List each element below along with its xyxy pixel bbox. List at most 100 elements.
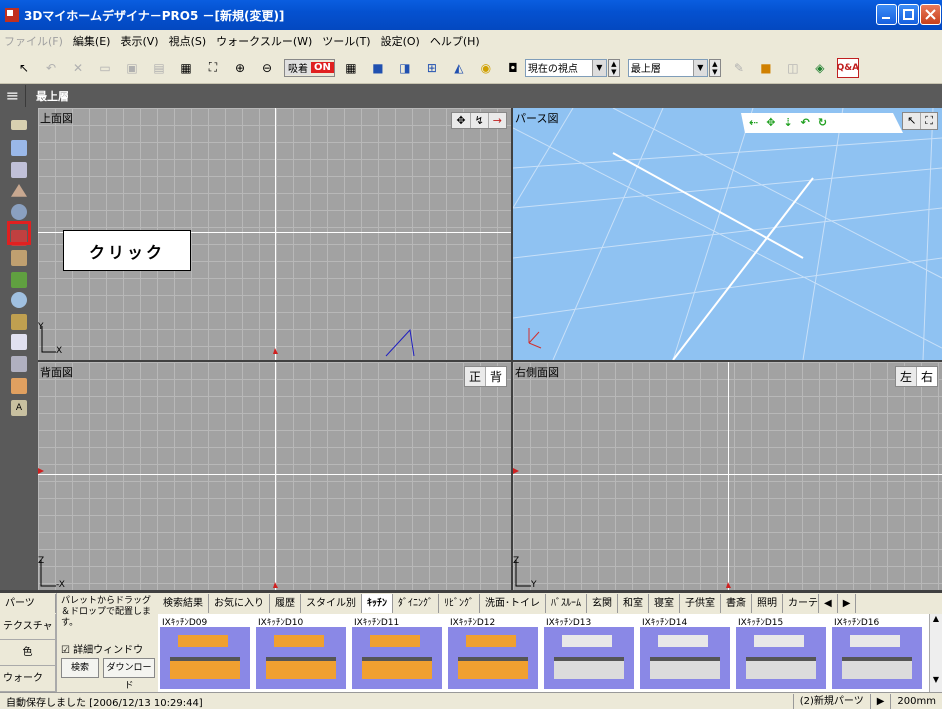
menu-edit[interactable]: 編集(E) bbox=[73, 33, 111, 49]
grid-icon[interactable]: ▦ bbox=[341, 58, 361, 78]
camera-target-icon[interactable] bbox=[11, 292, 27, 308]
viewpoint-select[interactable]: 現在の視点 ▼ bbox=[524, 58, 607, 77]
tab-scroll-left[interactable]: ◀ bbox=[819, 594, 838, 613]
tab-washroom[interactable]: 洗面･トイレ bbox=[480, 594, 546, 613]
qa-button[interactable]: Q&A bbox=[837, 57, 859, 78]
menu-file[interactable]: ファイル(F) bbox=[4, 33, 63, 49]
tab-bathroom[interactable]: ﾊﾞｽﾙｰﾑ bbox=[546, 594, 587, 613]
walk-turn-icon[interactable]: ↶ bbox=[801, 116, 810, 132]
room-tool-icon[interactable] bbox=[11, 162, 27, 178]
tab-entrance[interactable]: 玄関 bbox=[587, 594, 618, 613]
right-view[interactable]: 右側面図 左 右 Z Y bbox=[513, 362, 942, 590]
open-folder-icon[interactable]: ▭ bbox=[95, 58, 115, 78]
perspective-view[interactable]: パース図 ⇠ ✥ ⇣ ↶ ↻ ↖ ⛶ bbox=[513, 108, 942, 360]
tab-favorites[interactable]: お気に入り bbox=[209, 594, 270, 613]
download-button[interactable]: ダウンロード bbox=[103, 658, 155, 691]
menu-help[interactable]: ヘルプ(H) bbox=[430, 33, 480, 49]
hint-icon[interactable]: ◫ bbox=[783, 58, 803, 78]
walk-left-icon[interactable]: ⇠ bbox=[749, 116, 758, 132]
tab-bedroom[interactable]: 寝室 bbox=[649, 594, 680, 613]
parts-library-icon[interactable]: ◈ bbox=[810, 58, 830, 78]
fit-view-icon[interactable]: ⛶ bbox=[203, 58, 223, 78]
menu-walkthrough[interactable]: ウォークスルー(W) bbox=[216, 33, 312, 49]
part-thumbnail[interactable]: IXｷｯﾁﾝD16 bbox=[830, 614, 926, 692]
wall-tool-icon[interactable] bbox=[11, 140, 27, 156]
back-view[interactable]: 背面図 正 背 Z -X bbox=[38, 362, 511, 590]
roof-tool-icon[interactable] bbox=[11, 184, 27, 197]
palette-scrollbar[interactable]: ▲ ▼ bbox=[929, 614, 942, 692]
undo-icon[interactable]: ↶ bbox=[41, 58, 61, 78]
walk-up-icon[interactable]: ✥ bbox=[766, 116, 775, 132]
menu-tools[interactable]: ツール(T) bbox=[322, 33, 370, 49]
fit-view-icon[interactable]: ⛶ bbox=[920, 113, 937, 129]
window-tool-icon[interactable] bbox=[11, 334, 27, 350]
light-icon[interactable]: ◉ bbox=[476, 58, 496, 78]
tab-search-results[interactable]: 検索結果 bbox=[158, 594, 209, 613]
measure-icon[interactable]: ✎ bbox=[729, 58, 749, 78]
walk-rotate-icon[interactable]: ↻ bbox=[818, 116, 827, 132]
tab-curtain[interactable]: カーテン･ラ bbox=[783, 594, 819, 613]
save-icon[interactable]: ▣ bbox=[122, 58, 142, 78]
walk-controls[interactable]: ⇠ ✥ ⇣ ↶ ↻ bbox=[749, 116, 889, 132]
side-tab-parts[interactable]: パーツ bbox=[0, 594, 56, 613]
part-thumbnail[interactable]: IXｷｯﾁﾝD11 bbox=[350, 614, 446, 692]
light-tool-icon[interactable] bbox=[11, 378, 27, 394]
floor-select[interactable]: 最上層 ▼ bbox=[627, 58, 708, 77]
minimize-button[interactable] bbox=[876, 4, 897, 25]
tab-japanese-room[interactable]: 和室 bbox=[618, 594, 649, 613]
stairs-tool-icon[interactable] bbox=[11, 314, 27, 330]
tab-study[interactable]: 書斎 bbox=[721, 594, 752, 613]
render-image-icon[interactable]: ▦ bbox=[176, 58, 196, 78]
tab-kitchen[interactable]: ｷｯﾁﾝ bbox=[362, 594, 393, 613]
sun-icon[interactable]: ■ bbox=[756, 58, 776, 78]
floor-spinner[interactable]: ▲ ▼ bbox=[708, 58, 721, 77]
camera-icon[interactable]: ◘ bbox=[503, 58, 523, 78]
two-view-icon[interactable]: ◨ bbox=[395, 58, 415, 78]
detail-window-checkbox[interactable]: ☑ 詳細ウィンドウ bbox=[61, 641, 143, 656]
tab-scroll-right[interactable]: ▶ bbox=[838, 594, 857, 613]
plant-tool-icon[interactable] bbox=[11, 272, 27, 288]
menu-settings[interactable]: 設定(O) bbox=[381, 33, 420, 49]
maximize-button[interactable] bbox=[898, 4, 919, 25]
floor-tool-icon[interactable] bbox=[11, 120, 27, 130]
tab-dining[interactable]: ﾀﾞｲﾆﾝｸﾞ bbox=[393, 594, 439, 613]
print-icon[interactable]: ▤ bbox=[149, 58, 169, 78]
walk-down-icon[interactable]: ⇣ bbox=[783, 116, 792, 132]
select-arrow-icon[interactable]: ↖ bbox=[14, 58, 34, 78]
view-splitter-vertical[interactable] bbox=[511, 108, 513, 590]
sphere-tool-icon[interactable] bbox=[11, 204, 27, 220]
menu-icon[interactable]: ≡ bbox=[0, 85, 26, 107]
text-tool-icon[interactable]: A bbox=[11, 400, 27, 416]
zoom-out-icon[interactable]: ⊖ bbox=[257, 58, 277, 78]
tab-history[interactable]: 履歴 bbox=[270, 594, 301, 613]
snap-toggle[interactable]: 吸着 ON bbox=[284, 58, 335, 77]
search-button[interactable]: 検索 bbox=[61, 658, 99, 678]
furniture-tool-icon[interactable] bbox=[11, 250, 27, 266]
side-tab-walk[interactable]: ウォーク bbox=[0, 666, 56, 692]
camera-mode-icon[interactable]: ◭ bbox=[449, 58, 469, 78]
four-view-icon[interactable]: ⊞ bbox=[422, 58, 442, 78]
status-message: 自動保存しました [2006/12/13 10:29:44] bbox=[6, 697, 203, 709]
part-thumbnail[interactable]: IXｷｯﾁﾝD14 bbox=[638, 614, 734, 692]
delete-icon[interactable]: ✕ bbox=[68, 58, 88, 78]
tab-lighting[interactable]: 照明 bbox=[752, 594, 783, 613]
part-thumbnail[interactable]: IXｷｯﾁﾝD13 bbox=[542, 614, 638, 692]
tab-kids-room[interactable]: 子供室 bbox=[680, 594, 721, 613]
side-tab-color[interactable]: 色 bbox=[0, 640, 56, 666]
part-thumbnail[interactable]: IXｷｯﾁﾝD15 bbox=[734, 614, 830, 692]
view-splitter-horizontal[interactable] bbox=[38, 360, 942, 362]
part-thumbnail[interactable]: IXｷｯﾁﾝD10 bbox=[254, 614, 350, 692]
menu-view[interactable]: 表示(V) bbox=[120, 33, 158, 49]
select-arrow-icon[interactable]: ↖ bbox=[903, 113, 920, 129]
menu-viewpoint[interactable]: 視点(S) bbox=[169, 33, 207, 49]
side-tab-texture[interactable]: テクスチャ bbox=[0, 614, 56, 640]
viewpoint-spinner[interactable]: ▲ ▼ bbox=[607, 58, 620, 77]
zoom-in-icon[interactable]: ⊕ bbox=[230, 58, 250, 78]
single-view-icon[interactable]: ■ bbox=[368, 58, 388, 78]
tab-living[interactable]: ﾘﾋﾞﾝｸﾞ bbox=[439, 594, 480, 613]
tab-style[interactable]: スタイル別 bbox=[301, 594, 362, 613]
pipe-tool-icon[interactable] bbox=[11, 356, 27, 372]
close-button[interactable] bbox=[920, 4, 941, 25]
part-thumbnail[interactable]: IXｷｯﾁﾝD12 bbox=[446, 614, 542, 692]
part-thumbnail[interactable]: IXｷｯﾁﾝD09 bbox=[158, 614, 254, 692]
